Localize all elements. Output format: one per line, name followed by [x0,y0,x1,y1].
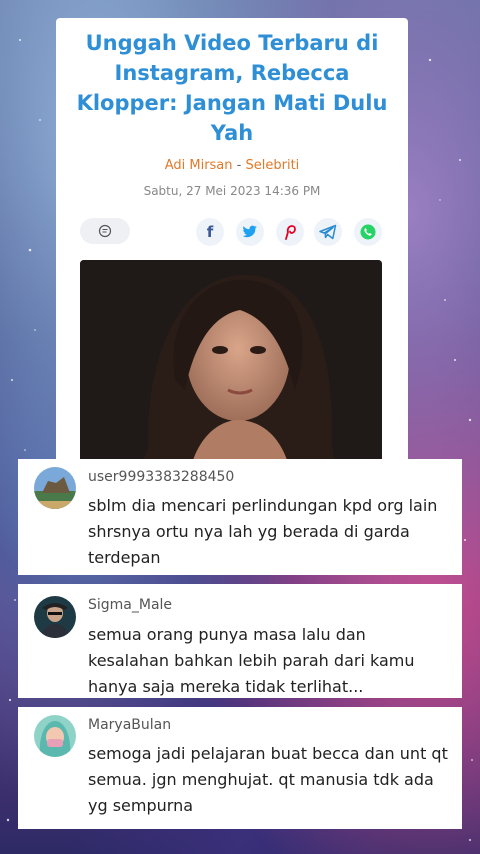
person-avatar-icon [34,596,76,638]
hijab-avatar-icon [34,715,76,757]
author-link[interactable]: Adi Mirsan [165,158,233,173]
comment-text: semua orang punya masa lalu dan kesalaha… [88,625,415,696]
pinterest-share-button[interactable] [276,218,304,246]
meta-separator: - [236,158,242,173]
comment-text: sblm dia mencari perlindungan kpd org la… [88,496,438,567]
article-title[interactable]: Unggah Video Terbaru di Instagram, Rebec… [76,28,388,148]
twitter-icon [242,225,257,238]
twitter-share-button[interactable] [236,218,264,246]
avatar[interactable] [34,467,76,509]
facebook-icon: f [206,223,214,241]
whatsapp-icon [360,224,376,240]
article-photo[interactable] [80,260,382,468]
avatar[interactable] [34,596,76,638]
facebook-share-button[interactable]: f [196,218,224,246]
comment-card: MaryaBulan semoga jadi pelajaran buat be… [18,707,462,829]
landscape-avatar-icon [34,467,76,509]
portrait-image [80,260,382,468]
article-date: Sabtu, 27 Mei 2023 14:36 PM [143,184,321,198]
comment-username[interactable]: user9993383288450 [88,469,234,485]
comment-button[interactable] [80,218,130,244]
whatsapp-share-button[interactable] [354,218,382,246]
avatar[interactable] [34,715,76,757]
comment-username[interactable]: Sigma_Male [88,597,172,613]
comment-text: semoga jadi pelajaran buat becca dan unt… [88,744,448,815]
telegram-share-button[interactable] [314,218,342,246]
article-meta: Adi Mirsan - Selebriti [56,158,408,173]
comment-icon [98,224,112,238]
comment-card: Sigma_Male semua orang punya masa lalu d… [18,584,462,698]
category-link[interactable]: Selebriti [246,158,300,173]
telegram-icon [319,224,337,240]
article-card: Unggah Video Terbaru di Instagram, Rebec… [56,18,408,468]
pinterest-icon [285,225,296,240]
comment-username[interactable]: MaryaBulan [88,717,171,733]
comment-card: user9993383288450 sblm dia mencari perli… [18,459,462,575]
